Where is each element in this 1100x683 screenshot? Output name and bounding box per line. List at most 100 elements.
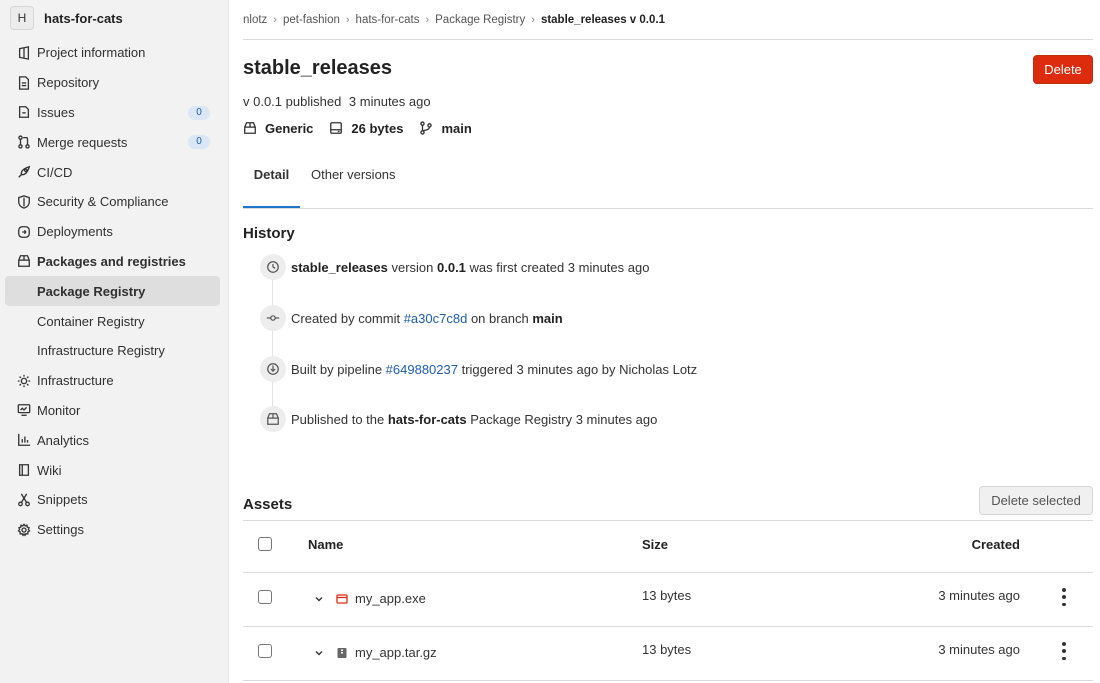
sidebar-item-security-compliance[interactable]: Security & Compliance [0, 187, 228, 217]
asset-size: 13 bytes [642, 588, 692, 603]
row-checkbox[interactable] [258, 644, 272, 658]
tabs: Detail Other versions [243, 149, 1093, 209]
sidebar-item-settings[interactable]: Settings [0, 515, 228, 545]
sidebar-item-label: Deployments [37, 224, 113, 240]
sidebar-nav: Project information Repository Issues 0 … [0, 38, 228, 545]
sidebar-item-deployments[interactable]: Deployments [0, 217, 228, 247]
package-meta: Generic 26 bytes main [243, 114, 1093, 142]
sidebar-item-repository[interactable]: Repository [0, 68, 228, 98]
disk-icon [330, 122, 343, 134]
deployments-icon [16, 224, 31, 239]
asset-name-cell: my_app.exe [308, 591, 426, 606]
tab-other-versions[interactable]: Other versions [311, 166, 396, 208]
sidebar-item-infrastructure-registry[interactable]: Infrastructure Registry [0, 336, 228, 366]
sidebar-item-merge-requests[interactable]: Merge requests 0 [0, 127, 228, 157]
sidebar-item-infrastructure[interactable]: Infrastructure [0, 366, 228, 396]
main-content: nlotz › pet-fashion › hats-for-cats › Pa… [243, 0, 1093, 683]
commit-link[interactable]: #a30c7c8d [404, 311, 468, 326]
cloud-gear-icon [16, 373, 31, 388]
history-text: on branch [467, 310, 533, 326]
history-entry: Created by commit #a30c7c8d on branch ma… [260, 305, 563, 331]
package-type: Generic [243, 121, 313, 136]
package-size: 26 bytes [329, 121, 403, 136]
delete-selected-button[interactable]: Delete selected [979, 486, 1093, 515]
assets-table: Name Size Created my_app.exe 13 bytes 3 … [243, 520, 1093, 681]
sidebar-item-package-registry[interactable]: Package Registry [5, 276, 220, 307]
assets-heading: Assets [243, 496, 293, 513]
sidebar-item-label: Packages and registries [37, 253, 186, 269]
column-header-size[interactable]: Size [642, 537, 668, 552]
history-text: Built by pipeline [291, 361, 386, 377]
more-actions-icon[interactable] [1061, 588, 1067, 606]
archive-icon [337, 647, 347, 658]
asset-created: 3 minutes ago [938, 588, 1020, 603]
package-size-label: 26 bytes [351, 120, 404, 136]
application-icon [336, 593, 348, 604]
clock-icon [260, 254, 286, 280]
breadcrumb-current[interactable]: stable_releases v 0.0.1 [541, 14, 665, 26]
delete-button[interactable]: Delete [1033, 55, 1093, 84]
pipeline-link[interactable]: #649880237 [386, 362, 458, 377]
merge-request-icon [16, 135, 31, 150]
breadcrumb-item[interactable]: Package Registry [435, 14, 525, 26]
sidebar-item-ci-cd[interactable]: CI/CD [0, 157, 228, 187]
sidebar-item-container-registry[interactable]: Container Registry [0, 306, 228, 336]
chevron-right-icon: › [425, 13, 430, 26]
branch-icon [420, 121, 433, 135]
sidebar-item-label: Package Registry [37, 283, 146, 299]
sidebar-item-label: Wiki [37, 462, 62, 478]
chart-icon [16, 433, 31, 448]
chevron-down-icon[interactable] [314, 594, 324, 604]
asset-size: 13 bytes [642, 642, 692, 657]
breadcrumb-item[interactable]: hats-for-cats [356, 14, 420, 26]
merge-requests-count-badge: 0 [188, 135, 210, 150]
package-branch: main [419, 121, 472, 136]
history-text: Package Registry 3 minutes ago [466, 411, 658, 427]
sidebar-item-label: Project information [37, 45, 146, 61]
monitor-icon [16, 403, 31, 418]
title-row: stable_releases Delete [243, 40, 1093, 90]
sidebar-item-issues[interactable]: Issues 0 [0, 98, 228, 128]
page-title: stable_releases [243, 57, 393, 79]
history-bold: stable_releases [291, 259, 388, 275]
sidebar-item-label: Infrastructure Registry [37, 343, 165, 359]
published-time: 3 minutes ago [348, 94, 431, 109]
chevron-right-icon: › [273, 13, 277, 26]
project-icon [16, 45, 31, 60]
package-icon [16, 254, 31, 269]
project-header[interactable]: H hats-for-cats [0, 1, 228, 35]
breadcrumb: nlotz › pet-fashion › hats-for-cats › Pa… [243, 0, 1093, 40]
select-all-checkbox[interactable] [258, 537, 272, 551]
sidebar-item-label: Analytics [37, 432, 90, 448]
pipeline-icon [260, 356, 286, 382]
history-entry: Published to the hats-for-cats Package R… [260, 406, 657, 432]
column-header-name[interactable]: Name [308, 537, 343, 552]
sidebar-item-label: Monitor [37, 402, 81, 418]
history-entry: Built by pipeline #649880237 triggered 3… [260, 356, 697, 382]
history-bold: hats-for-cats [387, 411, 467, 427]
sidebar-item-monitor[interactable]: Monitor [0, 396, 228, 426]
project-name[interactable]: hats-for-cats [44, 11, 123, 26]
sidebar-item-label: Container Registry [37, 313, 145, 329]
sidebar-item-packages-registries[interactable]: Packages and registries [0, 247, 228, 277]
sidebar-item-project-information[interactable]: Project information [0, 38, 228, 68]
row-checkbox[interactable] [258, 590, 272, 604]
history-heading: History [243, 225, 295, 242]
breadcrumb-item[interactable]: nlotz [243, 14, 267, 26]
sidebar-item-analytics[interactable]: Analytics [0, 425, 228, 455]
tab-detail[interactable]: Detail [243, 166, 300, 208]
asset-name-cell: my_app.tar.gz [308, 645, 437, 660]
more-actions-icon[interactable] [1061, 642, 1067, 660]
issues-icon [16, 105, 31, 120]
sidebar-item-wiki[interactable]: Wiki [0, 455, 228, 485]
package-icon [244, 122, 256, 134]
sidebar-item-snippets[interactable]: Snippets [0, 485, 228, 515]
document-icon [16, 75, 31, 90]
asset-name[interactable]: my_app.exe [355, 591, 426, 606]
rocket-icon [16, 165, 31, 180]
chevron-down-icon[interactable] [314, 648, 324, 658]
breadcrumb-item[interactable]: pet-fashion [283, 14, 340, 26]
column-header-created[interactable]: Created [972, 537, 1020, 552]
published-version: v 0.0.1 published [243, 94, 342, 109]
asset-name[interactable]: my_app.tar.gz [355, 645, 437, 660]
